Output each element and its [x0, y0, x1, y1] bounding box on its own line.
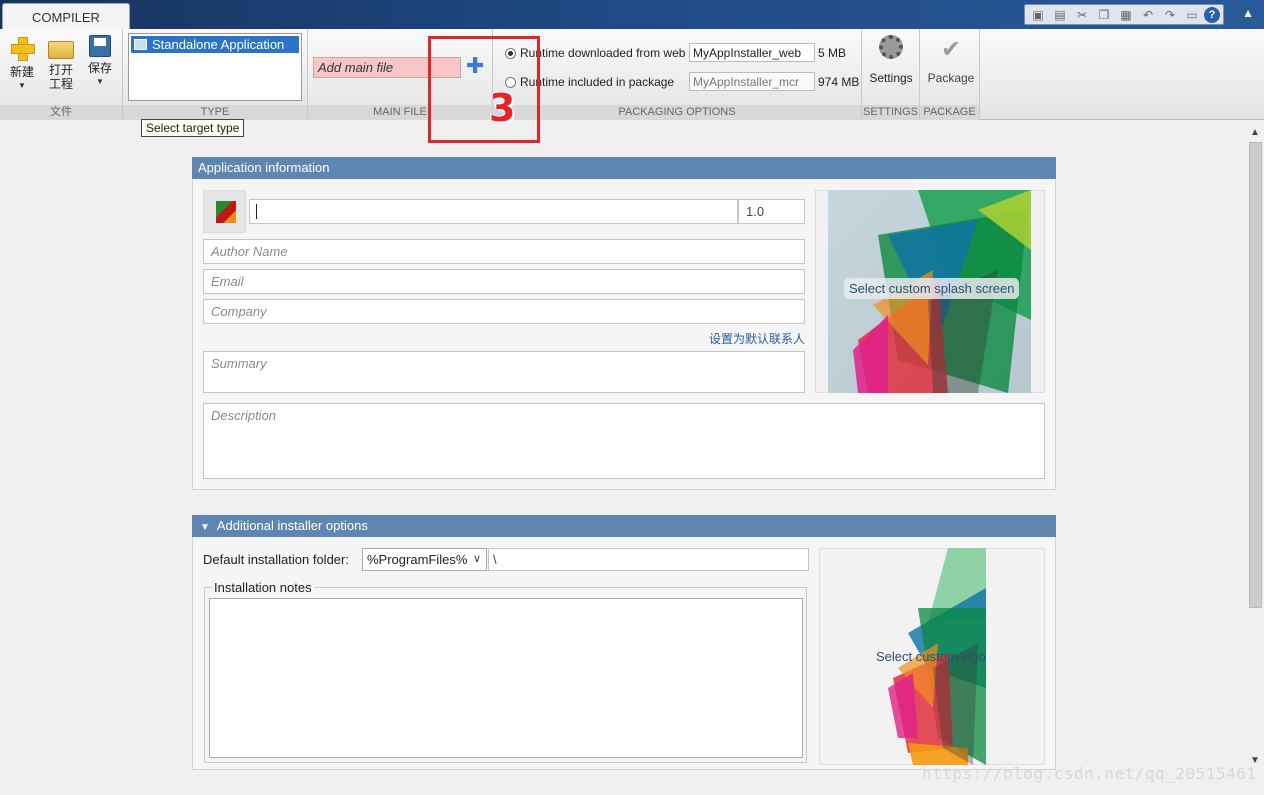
email-input[interactable]: Email — [203, 269, 805, 294]
annotation-number: 3 — [489, 86, 516, 130]
chevron-down-icon: ∨ — [472, 553, 481, 565]
app-icon-picker[interactable] — [203, 190, 246, 233]
package-button-label: Package — [927, 71, 975, 85]
group-label-package: PACKAGE — [920, 105, 979, 120]
settings-button[interactable]: Settings — [864, 33, 918, 85]
select-splash-button[interactable]: Select custom splash screen — [844, 278, 1020, 299]
runtime-package-size: 974 MB — [818, 75, 860, 89]
matlab-cube-icon — [216, 201, 236, 223]
installer-options-header[interactable]: ▼ Additional installer options — [192, 515, 1056, 537]
description-input[interactable]: Description — [203, 403, 1045, 479]
new-button-label: 新建 — [9, 65, 34, 79]
target-type-list[interactable]: Standalone Application — [128, 33, 302, 101]
quick-access-toolbar: ▣ ▤ ✂ ❐ ▦ ↶ ↷ ▭ ? — [1024, 4, 1224, 25]
set-default-contact-link[interactable]: 设置为默认联系人 — [709, 330, 805, 347]
tab-compiler[interactable]: COMPILER — [2, 3, 130, 30]
chevron-down-icon: ▼ — [18, 81, 26, 90]
open-project-button[interactable]: 打开 工程 — [43, 35, 79, 91]
text-cursor — [256, 204, 257, 220]
installation-notes-label: Installation notes — [212, 580, 314, 595]
app-info-header[interactable]: Application information — [192, 157, 1056, 179]
group-label-type: TYPE — [123, 105, 307, 120]
runtime-package-name-input[interactable]: MyAppInstaller_mcr — [689, 72, 815, 91]
switch-windows-icon[interactable]: ▭ — [1182, 6, 1202, 23]
annotation-highlight-box — [428, 36, 540, 143]
installation-notes-textarea[interactable] — [209, 598, 803, 758]
author-name-input[interactable]: Author Name — [203, 239, 805, 264]
open-label-line2: 工程 — [48, 77, 73, 91]
ribbon-group-file: 新建 ▼ 打开 工程 保存 ▼ 文件 — [0, 29, 123, 120]
collapse-ribbon-icon[interactable]: ▲ — [1242, 6, 1254, 20]
install-folder-select[interactable]: %ProgramFiles% ∨ — [362, 548, 487, 571]
summary-input[interactable]: Summary — [203, 351, 805, 393]
folder-icon — [48, 41, 74, 59]
chevron-down-icon: ▼ — [96, 77, 104, 86]
type-item-standalone[interactable]: Standalone Application — [131, 36, 299, 53]
paste-icon[interactable]: ▦ — [1116, 6, 1136, 23]
ribbon: 新建 ▼ 打开 工程 保存 ▼ 文件 TYPE Standalone Appli… — [0, 29, 1264, 120]
install-folder-option: %ProgramFiles% — [367, 552, 468, 567]
dock-icon[interactable]: ▣ — [1028, 6, 1048, 23]
group-label-settings: SETTINGS — [862, 105, 919, 120]
package-button[interactable]: ✔ Package — [924, 33, 978, 85]
open-label-line1: 打开 — [48, 63, 73, 77]
new-button[interactable]: 新建 ▼ — [4, 35, 40, 93]
runtime-web-label: Runtime downloaded from web — [520, 46, 686, 60]
application-icon — [134, 39, 147, 50]
watermark-text: https://blog.csdn.net/qq_20515461 — [922, 764, 1257, 783]
install-folder-label: Default installation folder: — [203, 552, 349, 567]
tooltip: Select target type — [141, 119, 245, 137]
version-input[interactable]: 1.0 — [738, 199, 805, 224]
floppy-icon — [89, 35, 111, 57]
help-icon[interactable]: ? — [1204, 6, 1220, 23]
runtime-web-size: 5 MB — [818, 46, 847, 60]
group-label-packaging: PACKAGING OPTIONS — [493, 105, 861, 120]
triangle-down-icon: ▼ — [200, 522, 210, 533]
gear-icon — [879, 35, 903, 59]
undo-icon[interactable]: ↶ — [1138, 6, 1158, 23]
installer-options-title: Additional installer options — [216, 518, 368, 533]
select-logo-button[interactable]: Select custom logo — [876, 649, 986, 664]
scroll-up-icon[interactable]: ▲ — [1250, 127, 1260, 138]
cut-icon[interactable]: ✂ — [1072, 6, 1092, 23]
install-path-input[interactable]: \ — [488, 548, 809, 571]
company-input[interactable]: Company — [203, 299, 805, 324]
plus-icon — [9, 35, 35, 61]
app-name-input[interactable] — [249, 199, 738, 224]
save-button-label: 保存 — [87, 61, 112, 75]
settings-button-label: Settings — [869, 71, 913, 85]
save-button[interactable]: 保存 ▼ — [82, 35, 118, 89]
save-icon[interactable]: ▤ — [1050, 6, 1070, 23]
copy-icon[interactable]: ❐ — [1094, 6, 1114, 23]
checkmark-icon: ✔ — [940, 36, 962, 63]
type-item-label: Standalone Application — [152, 37, 285, 52]
runtime-web-name-input[interactable]: MyAppInstaller_web — [689, 43, 815, 62]
runtime-package-label: Runtime included in package — [520, 75, 675, 89]
redo-icon[interactable]: ↷ — [1160, 6, 1180, 23]
scrollbar-thumb[interactable] — [1249, 142, 1262, 608]
group-label-file: 文件 — [0, 105, 122, 120]
